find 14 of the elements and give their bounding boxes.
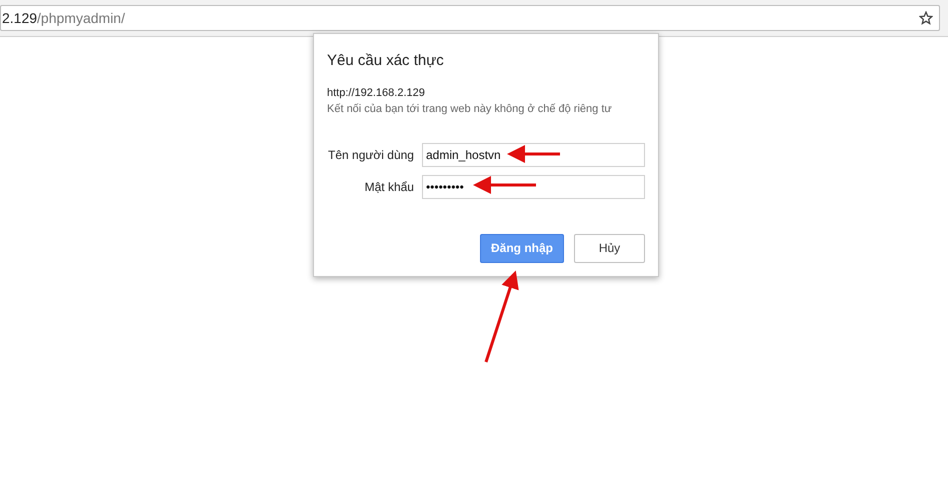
annotation-arrow — [507, 145, 560, 163]
url-host: 2.129 — [2, 8, 38, 26]
site-url: http://192.168.2.129 — [327, 86, 426, 100]
field-label: Mật khẩu — [364, 178, 415, 196]
input-field[interactable]: admin_hostvn — [422, 142, 645, 166]
input-field[interactable]: ••••••••• — [422, 174, 645, 198]
cancel-button[interactable]: Hủy — [574, 234, 645, 262]
privacy-notice: Kết nối của bạn tới trang web này không ở chế độ riêng tư — [327, 102, 613, 117]
address-bar[interactable]: 2.129/phpmyadmin/ — [0, 5, 940, 31]
annotation-arrow — [473, 176, 536, 194]
star-icon[interactable] — [919, 11, 933, 25]
url-path: /phpmyadmin/ — [37, 8, 125, 28]
dialog-title: Yêu cầu xác thực — [327, 51, 445, 71]
field-label: Tên người dùng — [327, 146, 415, 164]
